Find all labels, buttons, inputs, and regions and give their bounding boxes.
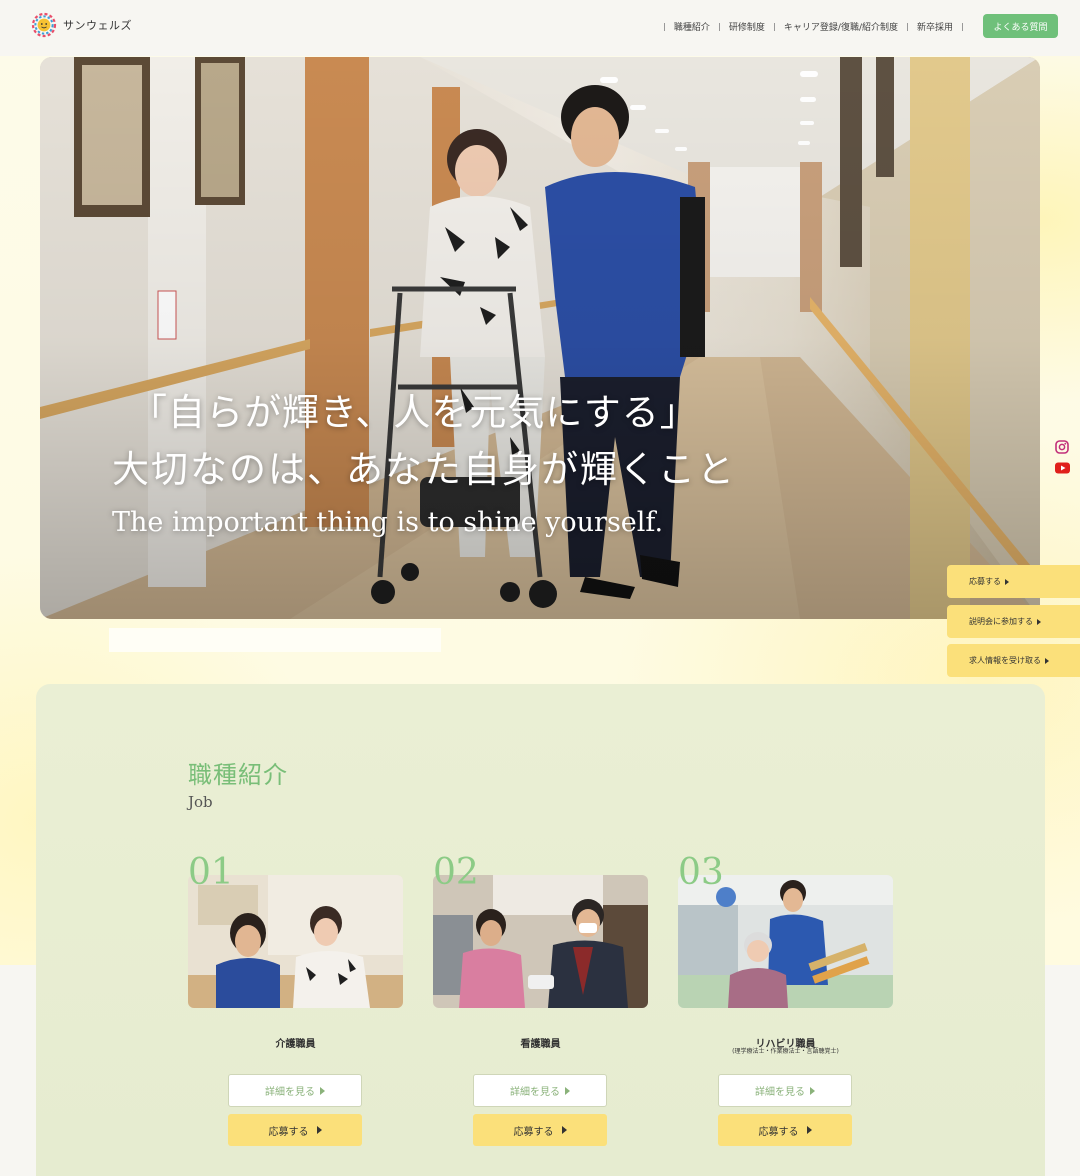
cta-briefing-label: 説明会に参加する	[969, 617, 1033, 626]
apply-button-label: 応募する	[513, 1126, 554, 1138]
faq-button[interactable]: よくある質問	[983, 14, 1058, 38]
apply-button-label: 応募する	[758, 1126, 799, 1138]
detail-button[interactable]: 詳細を見る	[473, 1074, 607, 1107]
arrow-right-icon	[320, 1086, 325, 1095]
nav-item-job[interactable]: 職種紹介	[674, 20, 710, 33]
arrow-right-icon	[806, 1126, 812, 1134]
card-number: 02	[433, 852, 479, 893]
section-subtitle: Job	[188, 793, 213, 811]
detail-button-label: 詳細を見る	[265, 1087, 315, 1098]
cta-job-info[interactable]: 求人情報を受け取る	[947, 644, 1080, 677]
arrow-right-icon	[565, 1086, 570, 1095]
hero-english-tagline: The important thing is to shine yourself…	[112, 507, 664, 538]
card-label: 介護職員	[275, 1039, 316, 1050]
nav-divider	[773, 22, 775, 31]
nav-divider	[906, 22, 908, 31]
nav-divider	[962, 22, 963, 31]
arrow-right-icon	[316, 1126, 322, 1134]
youtube-icon[interactable]	[1055, 462, 1070, 474]
hero-headline: 大切なのは、あなた自身が輝くこと	[112, 448, 736, 491]
card-photo[interactable]	[188, 875, 403, 1008]
nav-divider	[718, 22, 720, 31]
hero-caption-strip	[109, 628, 441, 652]
hero-catchphrase: 「自らが輝き、人を元気にする」	[130, 391, 698, 434]
main-nav: 職種紹介 研修制度 キャリア登録/復職/紹介制度 新卒採用	[655, 20, 972, 33]
social-links	[1055, 440, 1070, 474]
apply-button[interactable]: 応募する	[718, 1114, 852, 1146]
nav-item-newgrad[interactable]: 新卒採用	[917, 20, 953, 33]
card-number: 01	[188, 852, 234, 893]
apply-button[interactable]: 応募する	[228, 1114, 362, 1146]
hero-copy: 「自らが輝き、人を元気にする」 大切なのは、あなた自身が輝くこと The imp…	[112, 387, 736, 543]
apply-button-label: 応募する	[268, 1126, 309, 1138]
apply-button[interactable]: 応募する	[473, 1114, 607, 1146]
instagram-icon[interactable]	[1055, 440, 1069, 454]
arrow-right-icon	[561, 1126, 567, 1134]
cta-job-info-label: 求人情報を受け取る	[969, 656, 1041, 665]
section-title: 職種紹介	[188, 761, 288, 789]
nav-divider	[663, 22, 665, 31]
detail-button[interactable]: 詳細を見る	[718, 1074, 852, 1107]
cta-apply[interactable]: 応募する	[947, 565, 1080, 598]
detail-button-label: 詳細を見る	[755, 1087, 805, 1098]
card-number: 03	[678, 852, 724, 893]
nav-item-career[interactable]: キャリア登録/復職/紹介制度	[784, 20, 898, 33]
card-photo[interactable]	[678, 875, 893, 1008]
card-photo[interactable]	[433, 875, 648, 1008]
site-logo[interactable]: サンウェルズ	[31, 12, 132, 38]
sun-logo-icon	[31, 12, 57, 38]
card-label: 看護職員	[520, 1039, 561, 1050]
hero-banner: 「自らが輝き、人を元気にする」 大切なのは、あなた自身が輝くこと The imp…	[40, 57, 1040, 619]
arrow-right-icon	[1037, 618, 1041, 625]
logo-text: サンウェルズ	[63, 19, 132, 32]
arrow-right-icon	[810, 1086, 815, 1095]
arrow-right-icon	[1005, 578, 1009, 585]
cta-briefing[interactable]: 説明会に参加する	[947, 605, 1080, 638]
card-note: (理学療法士・作業療法士・言語聴覚士)	[732, 1048, 839, 1055]
arrow-right-icon	[1045, 657, 1049, 664]
cta-apply-label: 応募する	[969, 577, 1001, 586]
site-header: サンウェルズ 職種紹介 研修制度 キャリア登録/復職/紹介制度 新卒採用 よくあ…	[0, 0, 1080, 56]
nav-item-training[interactable]: 研修制度	[729, 20, 765, 33]
detail-button[interactable]: 詳細を見る	[228, 1074, 362, 1107]
detail-button-label: 詳細を見る	[510, 1087, 560, 1098]
